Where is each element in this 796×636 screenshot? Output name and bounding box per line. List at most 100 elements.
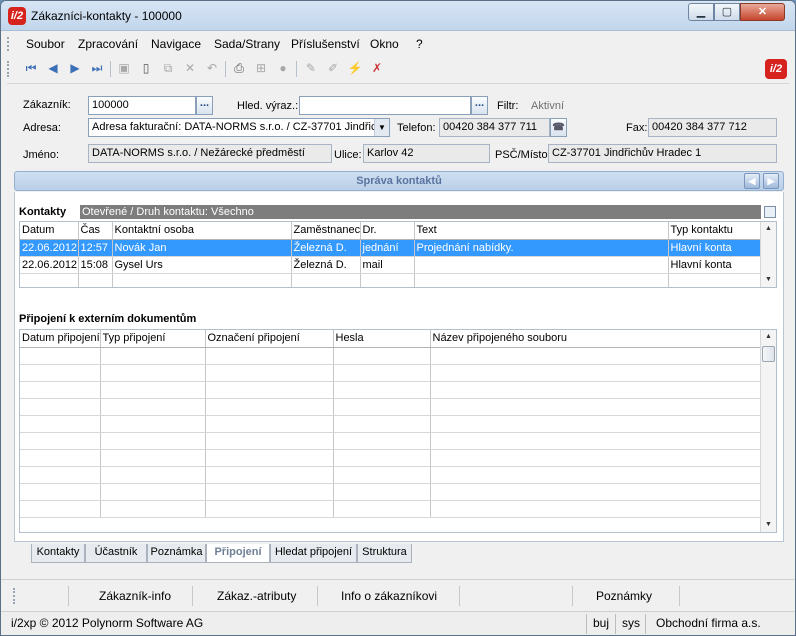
cell[interactable] (112, 273, 292, 287)
hled-vyraz-lookup-button[interactable]: ... (471, 96, 488, 115)
cell[interactable] (333, 398, 431, 416)
cell[interactable]: Železná D. (291, 239, 361, 257)
cell[interactable] (100, 364, 206, 382)
column-header[interactable]: Text (414, 222, 669, 240)
menu-sada-strany[interactable]: Sada/Strany (214, 37, 280, 51)
cell[interactable] (205, 483, 334, 501)
cell[interactable] (205, 398, 334, 416)
column-header[interactable]: Typ připojení (100, 330, 206, 348)
cell[interactable] (20, 466, 101, 484)
cell[interactable] (430, 364, 763, 382)
cell[interactable] (333, 347, 431, 365)
cell[interactable] (430, 432, 763, 450)
tab-poznamka[interactable]: Poznámka (147, 544, 206, 563)
table-row[interactable] (20, 364, 763, 382)
cell[interactable] (205, 500, 334, 518)
tab-struktura[interactable]: Struktura (357, 544, 412, 563)
cell[interactable]: 22.06.2012 (20, 256, 79, 274)
psc-field[interactable]: CZ-37701 Jindřichův Hradec 1 (548, 144, 777, 163)
cell[interactable] (430, 347, 763, 365)
scroll-up-icon[interactable]: ▲ (761, 330, 776, 344)
close-button[interactable]: ✕ (740, 3, 785, 21)
column-header[interactable]: Název připojeného souboru (430, 330, 763, 348)
cell[interactable] (430, 415, 763, 433)
menu-navigace[interactable]: Navigace (151, 37, 201, 51)
cell[interactable] (333, 381, 431, 399)
undo-icon[interactable]: ↶ (204, 60, 220, 76)
telefon-field[interactable]: 00420 384 377 711 (439, 118, 550, 137)
cell[interactable]: Novák Jan (112, 239, 292, 257)
column-header[interactable]: Zaměstnanec (291, 222, 361, 240)
table-row[interactable] (20, 466, 763, 484)
cell[interactable] (430, 449, 763, 467)
cell[interactable] (20, 364, 101, 382)
adresa-select[interactable]: Adresa fakturační: DATA-NORMS s.r.o. / C… (88, 118, 390, 137)
cell[interactable] (668, 273, 763, 287)
edit-icon[interactable]: ✎ (303, 60, 319, 76)
cell[interactable] (100, 398, 206, 416)
scroll-thumb[interactable] (762, 346, 775, 362)
column-header[interactable]: Označení připojení (205, 330, 334, 348)
last-record-icon[interactable]: ⏭ (89, 60, 105, 76)
prev-record-icon[interactable]: ◀ (45, 60, 61, 76)
cell[interactable] (100, 500, 206, 518)
tab-kontakty[interactable]: Kontakty (31, 544, 85, 563)
column-header[interactable]: Typ kontaktu (668, 222, 763, 240)
next-record-icon[interactable]: ▶ (67, 60, 83, 76)
zakaznik-info-button[interactable]: Zákazník-info (99, 589, 171, 603)
documents-scrollbar[interactable]: ▲ ▼ (760, 330, 776, 532)
delete-icon[interactable]: ✕ (182, 60, 198, 76)
cell[interactable]: 22.06.2012 (20, 239, 79, 257)
cell[interactable] (205, 347, 334, 365)
toolbar-grip[interactable] (7, 61, 10, 77)
contacts-scrollbar[interactable]: ▲ ▼ (760, 222, 776, 287)
menu-zpracovani[interactable]: Zpracování (78, 37, 138, 51)
cell[interactable] (100, 483, 206, 501)
zakaznik-lookup-button[interactable]: ... (196, 96, 213, 115)
tab-ucastnik[interactable]: Účastník (85, 544, 147, 563)
cell[interactable]: Gysel Urs (112, 256, 292, 274)
cell[interactable] (414, 273, 669, 287)
cell[interactable] (205, 432, 334, 450)
cell[interactable]: jednání (360, 239, 415, 257)
cell[interactable] (333, 415, 431, 433)
cell[interactable]: Železná D. (291, 256, 361, 274)
cell[interactable] (205, 449, 334, 467)
minimize-button[interactable]: ▁ (688, 3, 714, 21)
cell[interactable] (20, 381, 101, 399)
print-icon[interactable]: ⎙ (231, 60, 247, 76)
phone-icon[interactable]: ☎ (550, 118, 567, 137)
fax-field[interactable]: 00420 384 377 712 (648, 118, 777, 137)
cell[interactable] (205, 381, 334, 399)
tab-hledat-pripojeni[interactable]: Hledat připojení (270, 544, 357, 563)
cell[interactable] (333, 483, 431, 501)
info-o-zakaznikovi-button[interactable]: Info o zákazníkovi (341, 589, 437, 603)
cell[interactable]: Hlavní konta (668, 256, 763, 274)
jmeno-field[interactable]: DATA-NORMS s.r.o. / Nežárecké předměstí (88, 144, 332, 163)
panel-prev-icon[interactable]: ◀ (744, 173, 760, 189)
scroll-up-icon[interactable]: ▲ (761, 222, 776, 236)
poznamky-button[interactable]: Poznámky (596, 589, 652, 603)
table-row[interactable] (20, 500, 763, 518)
menu-grip[interactable] (7, 37, 10, 51)
cell[interactable] (20, 398, 101, 416)
save-icon[interactable]: ▣ (116, 60, 132, 76)
cell[interactable] (20, 449, 101, 467)
cell[interactable] (205, 466, 334, 484)
cell[interactable] (205, 364, 334, 382)
cell[interactable] (20, 500, 101, 518)
edit-alt-icon[interactable]: ✐ (325, 60, 341, 76)
bottom-grip[interactable] (13, 588, 16, 604)
cell[interactable] (100, 381, 206, 399)
table-row[interactable] (20, 398, 763, 416)
copy-icon[interactable]: ⧉ (160, 60, 176, 76)
cell[interactable] (430, 483, 763, 501)
column-header[interactable]: Hesla (333, 330, 431, 348)
grid-options-icon[interactable] (764, 206, 776, 218)
cell[interactable] (333, 449, 431, 467)
cell[interactable] (205, 415, 334, 433)
clear-filter-icon[interactable]: ✗ (369, 60, 385, 76)
panel-next-icon[interactable]: ▶ (763, 173, 779, 189)
tree-icon[interactable]: ⊞ (253, 60, 269, 76)
zakaz-atributy-button[interactable]: Zákaz.-atributy (217, 589, 296, 603)
